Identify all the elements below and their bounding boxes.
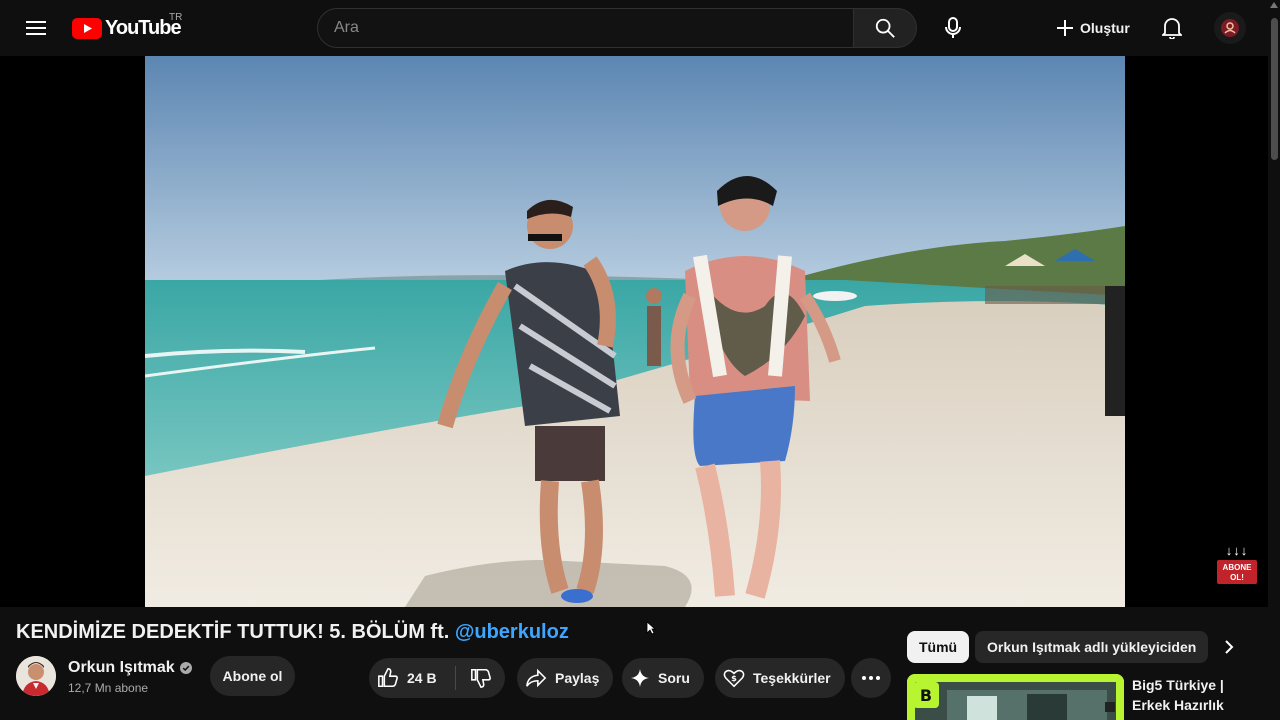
recommendation-thumbnail[interactable]: B (907, 674, 1124, 720)
menu-icon[interactable] (20, 16, 52, 40)
svg-text:B: B (920, 686, 932, 705)
youtube-play-icon (72, 17, 102, 39)
ask-button[interactable]: Soru (622, 658, 704, 698)
svg-text:$: $ (731, 673, 737, 683)
channel-avatar[interactable] (16, 656, 56, 696)
create-button[interactable]: Oluştur (1044, 8, 1142, 48)
thumbs-up-icon (378, 668, 398, 688)
video-player[interactable] (0, 56, 1268, 607)
voice-search-button[interactable] (933, 8, 973, 48)
search-button[interactable] (853, 8, 917, 48)
notifications-button[interactable] (1152, 8, 1192, 48)
like-dislike-group: 24 B (369, 658, 505, 698)
share-icon (526, 668, 547, 688)
heart-dollar-icon: $ (723, 669, 745, 688)
chevron-right-icon (1225, 640, 1234, 654)
chip-all[interactable]: Tümü (907, 631, 970, 663)
beach-scene-image (145, 56, 1125, 607)
country-code: TR (169, 12, 183, 23)
search-input[interactable] (334, 19, 853, 37)
subscribe-watermark[interactable]: ↓↓↓ ABONE OL! (1216, 544, 1258, 584)
down-arrows-icon: ↓↓↓ (1225, 543, 1249, 558)
video-title-text: KENDİMİZE DEDEKTİF TUTTUK! 5. BÖLÜM ft. (16, 621, 455, 643)
share-button[interactable]: Paylaş (517, 658, 614, 698)
title-mention-link[interactable]: @uberkuloz (455, 621, 569, 643)
verified-icon (179, 662, 192, 674)
recommendation-title[interactable]: Big5 Türkiye | Erkek Hazırlık (1132, 675, 1252, 715)
ask-label: Soru (658, 670, 690, 686)
more-horiz-icon (862, 676, 880, 680)
video-frame[interactable] (145, 56, 1125, 607)
masthead: YouTube TR Oluştur (0, 0, 1280, 56)
search-box (317, 8, 854, 48)
youtube-logo[interactable]: YouTube (72, 17, 182, 39)
more-actions-button[interactable] (851, 658, 891, 698)
plus-icon (1057, 20, 1073, 36)
microphone-icon (945, 17, 961, 38)
scroll-up-arrow[interactable] (1270, 2, 1278, 8)
like-count: 24 B (407, 670, 437, 686)
search-icon (875, 18, 895, 38)
like-button[interactable]: 24 B (369, 658, 455, 698)
profile-icon (1221, 19, 1239, 37)
create-label: Oluştur (1080, 20, 1130, 36)
account-avatar[interactable] (1214, 12, 1246, 44)
thanks-label: Teşekkürler (753, 670, 831, 686)
channel-name-text[interactable]: Orkun Işıtmak (68, 659, 175, 677)
share-label: Paylaş (555, 670, 600, 686)
subscriber-count: 12,7 Mn abone (68, 681, 149, 695)
chip-from-uploader[interactable]: Orkun Işıtmak adlı yükleyiciden (975, 631, 1209, 663)
bell-icon (1162, 18, 1182, 39)
dislike-button[interactable] (456, 658, 505, 698)
channel-name[interactable]: Orkun Işıtmak (68, 659, 192, 677)
subscribe-button[interactable]: Abone ol (210, 656, 295, 696)
mouse-cursor-icon (646, 621, 656, 635)
sparkle-icon (631, 669, 649, 687)
thanks-button[interactable]: $ Teşekkürler (715, 658, 845, 698)
chips-next-button[interactable] (1213, 631, 1245, 663)
video-title: KENDİMİZE DEDEKTİF TUTTUK! 5. BÖLÜM ft. … (16, 621, 569, 644)
scroll-thumb[interactable] (1271, 18, 1278, 160)
thumbs-down-icon (470, 668, 491, 688)
page-scrollbar[interactable] (1268, 0, 1280, 720)
subscribe-watermark-label: ABONE OL! (1217, 560, 1257, 584)
